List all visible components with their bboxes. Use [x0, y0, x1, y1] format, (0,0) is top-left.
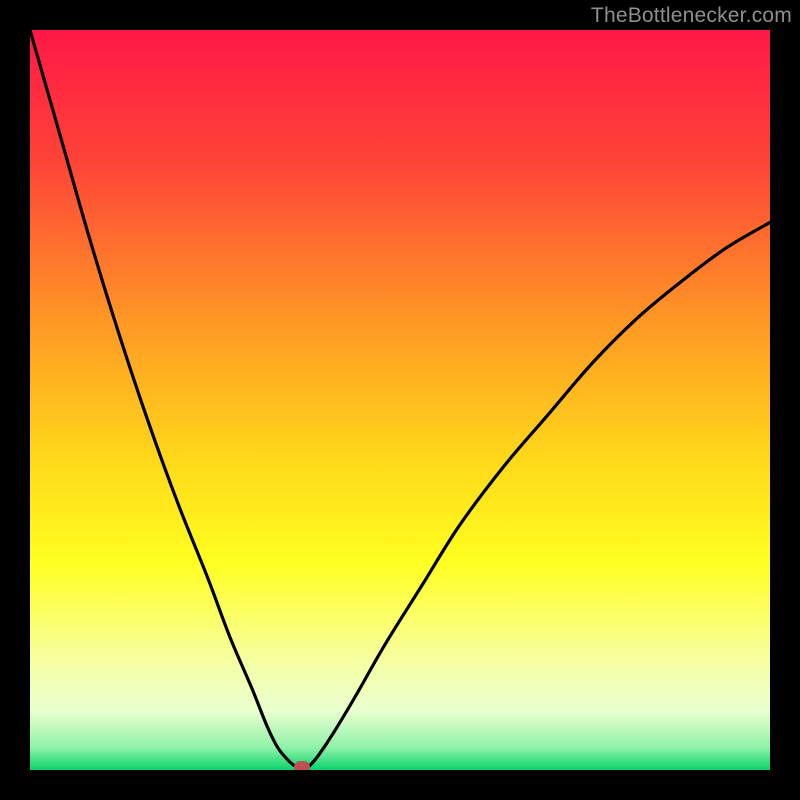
chart-frame: TheBottlenecker.com — [0, 0, 800, 800]
watermark-text: TheBottlenecker.com — [591, 4, 792, 28]
plot-area — [30, 30, 770, 770]
optimal-point-marker — [294, 761, 310, 770]
bottleneck-curve — [30, 30, 770, 770]
